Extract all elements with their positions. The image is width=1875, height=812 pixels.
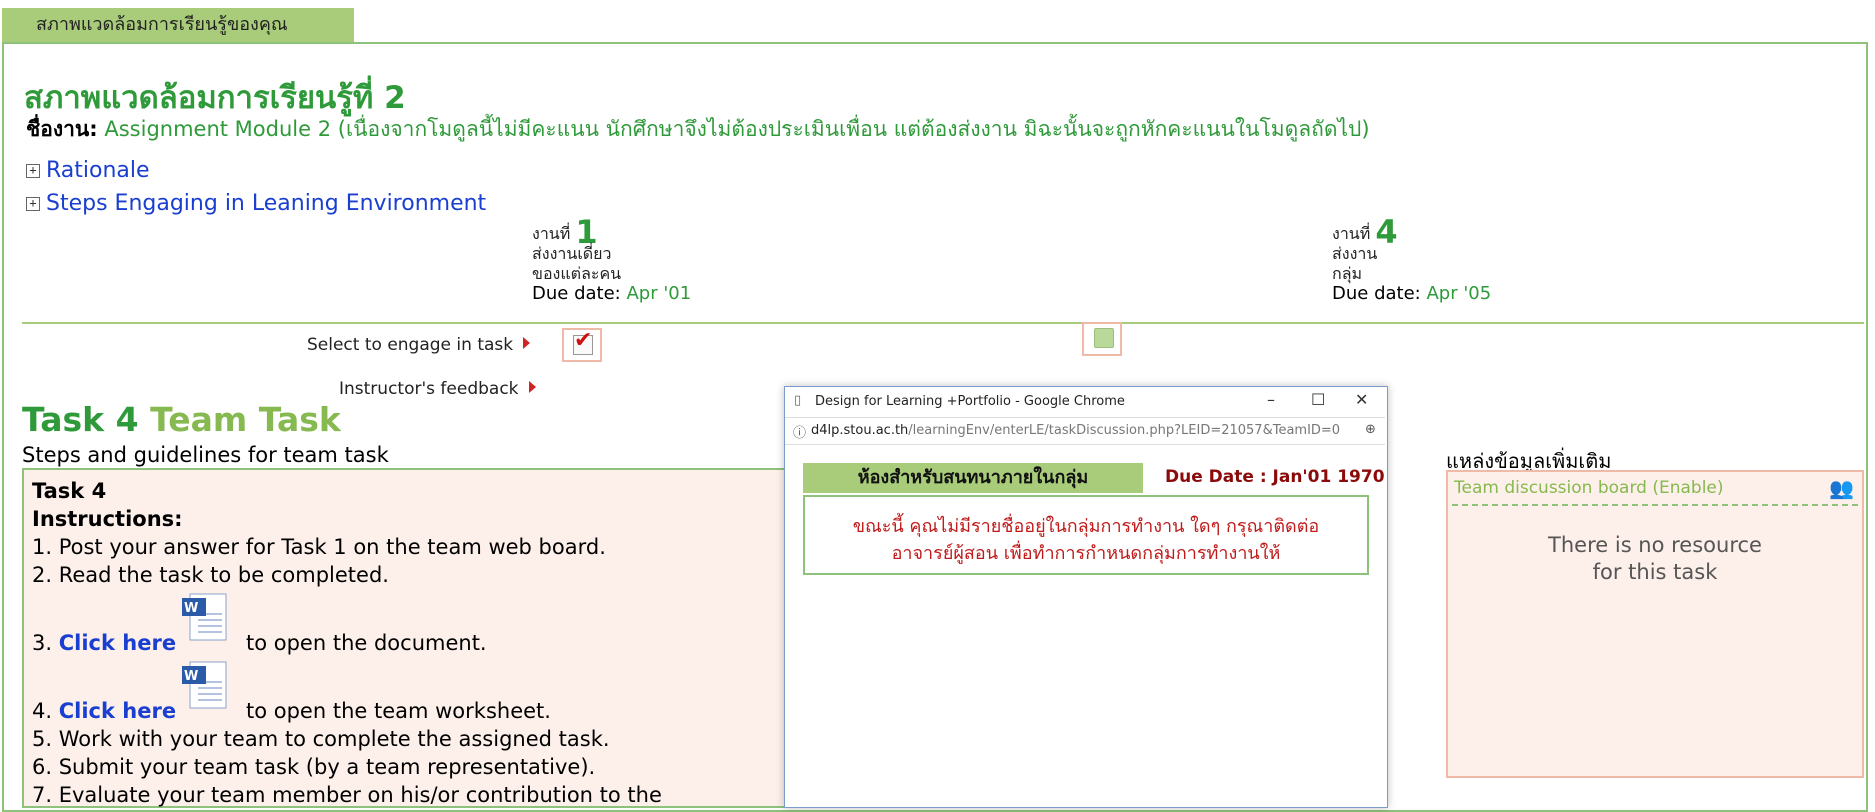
svg-text:W: W <box>184 669 198 684</box>
step-4-rest: to open the team worksheet. <box>246 699 551 723</box>
group-due-date: Due Date : Jan'01 1970 <box>1165 467 1385 487</box>
due-date: Apr '05 <box>1426 283 1492 304</box>
no-group-message: ขณะนี้ คุณไม่มีรายชื่ออยู่ในกลุ่มการทำงา… <box>803 495 1369 575</box>
plus-icon: + <box>26 197 40 211</box>
step-1: 1. Post your answer for Task 1 on the te… <box>32 535 606 559</box>
step-6: 6. Submit your team task (by a team repr… <box>32 755 596 779</box>
task-type-line1: ส่งงานเดี่ยว <box>532 244 612 263</box>
word-doc-icon[interactable]: W <box>180 592 234 644</box>
triangle-right-icon <box>523 337 531 349</box>
step-3: 3. Click here <box>32 631 176 655</box>
task-number: 4 <box>1375 213 1398 251</box>
task-heading-name: Team Task <box>150 400 341 439</box>
team-board-status: (Enable) <box>1652 478 1724 498</box>
select-row-label: Select to engage in task <box>307 335 531 355</box>
document-link[interactable]: Click here <box>59 631 176 655</box>
discussion-popup-window: ▯ Design for Learning +Portfolio - Googl… <box>784 386 1388 808</box>
task-prefix: งานที่ <box>532 224 571 243</box>
select-label: Select to engage in task <box>307 335 514 355</box>
empty-line: for this task <box>1592 560 1718 584</box>
task-type-line1: ส่งงาน <box>1332 244 1378 263</box>
dashed-divider <box>1452 504 1858 506</box>
task-column-1: งานที่ 1 ส่งงานเดี่ยว ของแต่ละคน Due dat… <box>532 216 692 304</box>
assignment-text: Assignment Module 2 (เนื่องจากโมดูลนี้ไม… <box>104 117 1370 141</box>
task-type-line2: ของแต่ละคน <box>532 264 622 283</box>
learning-env-tab[interactable]: สภาพแวดล้อมการเรียนรู้ของคุณ <box>2 8 354 42</box>
task-4-select[interactable] <box>1082 322 1122 356</box>
due-label: Due date: <box>1332 283 1421 304</box>
step-3-num: 3. <box>32 631 53 655</box>
expander-label: Rationale <box>46 158 150 183</box>
instructions-label: Instructions: <box>32 507 183 531</box>
feedback-label: Instructor's feedback <box>339 379 519 399</box>
no-resource-message: There is no resource for this task <box>1448 532 1862 586</box>
task-heading-num: Task 4 <box>22 400 139 439</box>
popup-titlebar: ▯ Design for Learning +Portfolio - Googl… <box>785 387 1385 417</box>
svg-text:W: W <box>184 601 198 616</box>
popup-title: Design for Learning +Portfolio - Google … <box>815 394 1125 409</box>
message-line: อาจารย์ผู้สอน เพื่อทำการกำหนดกลุ่มการทำง… <box>891 543 1281 564</box>
worksheet-link[interactable]: Click here <box>59 699 176 723</box>
popup-url: d4lp.stou.ac.th/learningEnv/enterLE/task… <box>811 423 1341 438</box>
expander-label: Steps Engaging in Leaning Environment <box>46 191 487 216</box>
divider <box>22 322 1864 324</box>
due-date: Apr '01 <box>626 283 692 304</box>
step-2: 2. Read the task to be completed. <box>32 563 389 587</box>
plus-icon: + <box>26 164 40 178</box>
checkmark-icon: ✔ <box>574 328 593 353</box>
maximize-icon[interactable]: ☐ <box>1311 390 1325 409</box>
message-line: ขณะนี้ คุณไม่มีรายชื่ออยู่ในกลุ่มการทำงา… <box>852 516 1320 537</box>
due-label: Due date: <box>532 283 621 304</box>
step-4: 4. Click here <box>32 699 176 723</box>
word-doc-icon[interactable]: W <box>180 660 234 712</box>
assignment-label: ชื่องาน: <box>26 117 98 141</box>
triangle-right-icon <box>528 381 536 393</box>
team-people-icon[interactable]: 👥 <box>1829 476 1854 500</box>
resources-panel: Team discussion board (Enable) 👥 There i… <box>1446 470 1864 778</box>
square-icon <box>1094 328 1114 348</box>
step-3-rest: to open the document. <box>246 631 487 655</box>
task-prefix: งานที่ <box>1332 224 1371 243</box>
steps-heading: Steps and guidelines for team task <box>22 443 389 467</box>
group-room-heading: ห้องสำหรับสนทนาภายในกลุ่ม <box>803 463 1143 493</box>
step-4-num: 4. <box>32 699 53 723</box>
team-board-row[interactable]: Team discussion board (Enable) <box>1454 478 1724 498</box>
team-board-link[interactable]: Team discussion board <box>1454 478 1647 498</box>
task-heading: Task 4 Team Task <box>22 400 341 439</box>
zoom-icon[interactable]: ⊕ <box>1365 422 1376 437</box>
feedback-row-label: Instructor's feedback <box>339 379 536 399</box>
panel-title: Task 4 <box>32 479 107 503</box>
page-icon: ▯ <box>794 393 802 408</box>
close-icon[interactable]: ✕ <box>1355 390 1368 409</box>
popup-url-bar[interactable]: ⓘ d4lp.stou.ac.th/learningEnv/enterLE/ta… <box>785 417 1385 445</box>
expander-steps[interactable]: + Steps Engaging in Leaning Environment <box>26 191 486 216</box>
task-type-line2: กลุ่ม <box>1332 264 1363 283</box>
step-5: 5. Work with your team to complete the a… <box>32 727 610 751</box>
empty-line: There is no resource <box>1548 533 1762 557</box>
task-column-4: งานที่ 4 ส่งงาน กลุ่ม Due date: Apr '05 <box>1332 216 1492 304</box>
step-7: 7. Evaluate your team member on his/or c… <box>32 783 662 807</box>
info-icon[interactable]: ⓘ <box>793 422 806 441</box>
minimize-icon[interactable]: – <box>1267 390 1275 409</box>
task-1-checkbox[interactable]: ✔ <box>562 328 602 362</box>
assignment-line: ชื่องาน: Assignment Module 2 (เนื่องจากโ… <box>26 113 1370 146</box>
expander-rationale[interactable]: + Rationale <box>26 158 150 183</box>
